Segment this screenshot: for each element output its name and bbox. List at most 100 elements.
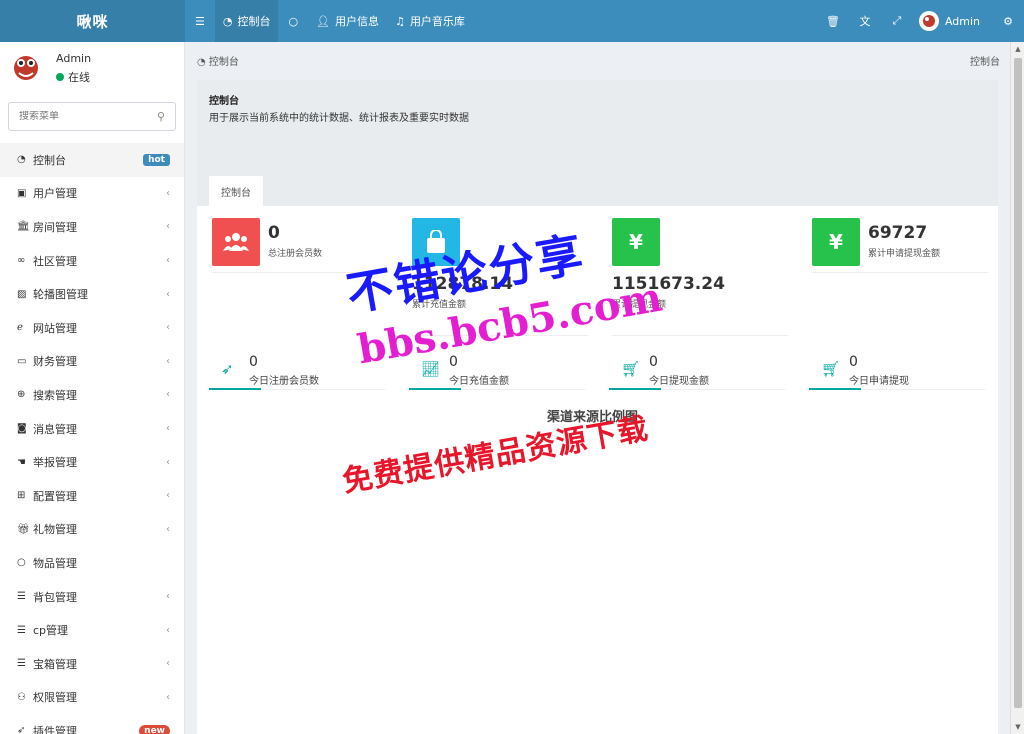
tab-dashboard-label: 控制台 (237, 15, 271, 28)
sidebar-item-community[interactable]: ∞ 社区管理 ‹ (0, 244, 184, 278)
gift-icon: 🎁︎ (17, 523, 30, 535)
progress-bar (809, 388, 861, 390)
tab-dashboard[interactable]: ◔ 控制台 (214, 0, 279, 42)
tab-user-info[interactable]: 👤︎ 用户信息 (308, 0, 387, 42)
today-value: 0 (249, 354, 258, 370)
chevron-left-icon: ‹ (166, 221, 170, 233)
yen-icon: ¥ (612, 218, 660, 266)
stat-card-total-recharge: 112878.14 累计充值金额 (412, 218, 588, 336)
user-name: Admin (56, 51, 92, 65)
chevron-left-icon: ‹ (166, 624, 170, 636)
search-icon[interactable]: ⚲ (157, 110, 165, 123)
progress-bar (609, 388, 661, 390)
yen-icon: ¥ (812, 218, 860, 266)
list-icon: ☰ (17, 624, 26, 636)
user-status-text: 在线 (68, 70, 90, 84)
sidebar-item-banners[interactable]: ▨ 轮播图管理 ‹ (0, 277, 184, 311)
bank-icon: 🏛︎ (17, 221, 30, 233)
today-label: 今日提现金额 (649, 376, 709, 387)
clear-cache-button[interactable]: 🗑︎ (817, 0, 849, 42)
sidebar-item-cp[interactable]: ☰ cp管理 ‹ (0, 613, 184, 647)
top-user-name: Admin (944, 14, 980, 28)
stat-card-total-members: 0 总注册会员数 (212, 218, 388, 273)
language-button[interactable]: 文 (849, 0, 881, 42)
sidebar-item-gifts[interactable]: 🎁︎ 礼物管理 ‹ (0, 513, 184, 547)
stat-card-total-withdraw-requests: ¥ 69727 累计申请提现金额 (812, 218, 988, 273)
today-label: 今日注册会员数 (249, 376, 319, 387)
stat-label: 累计申请提现金额 (868, 249, 941, 259)
sidebar-item-label: 用户管理 (33, 187, 77, 201)
sidebar-item-finance[interactable]: ▭ 财务管理 ‹ (0, 345, 184, 379)
sidebar-item-messages[interactable]: ◙ 消息管理 ‹ (0, 412, 184, 446)
dashboard-icon: ◔ (222, 14, 233, 28)
group-icon: ⚇ (17, 691, 26, 703)
line-chart-icon: 📈︎ (421, 360, 441, 378)
fullscreen-button[interactable]: ⤢ (881, 0, 913, 42)
top-nav: ☰ ◔ 控制台 ○ 👤︎ 用户信息 ♫ 用户音乐库 (185, 0, 473, 42)
sidebar-item-label: 消息管理 (33, 422, 77, 436)
scroll-down-icon[interactable]: ▼ (1011, 720, 1024, 734)
top-user-menu[interactable]: Admin (913, 0, 992, 42)
settings-button[interactable]: ⚙ (992, 0, 1024, 42)
sidebar-item-dashboard[interactable]: ◔ 控制台 hot (0, 143, 184, 177)
chevron-left-icon: ‹ (166, 591, 170, 603)
sidebar-item-treasure[interactable]: ☰ 宝箱管理 ‹ (0, 647, 184, 681)
page-scrollbar[interactable]: ▲ ▼ (1010, 42, 1024, 734)
breadcrumb-right[interactable]: 控制台 (970, 53, 1000, 68)
top-right-tools: 🗑︎ 文 ⤢ Admin ⚙ (817, 0, 1024, 42)
sidebar-item-label: 控制台 (33, 153, 66, 167)
breadcrumb: ◔ 控制台 控制台 (186, 42, 1010, 78)
today-label: 今日充值金额 (449, 376, 509, 387)
sidebar-item-rooms[interactable]: 🏛︎ 房间管理 ‹ (0, 210, 184, 244)
sidebar-item-label: 宝箱管理 (33, 657, 77, 671)
today-card-withdraw: 🛒︎ 0 今日提现金额 (609, 352, 785, 390)
sidebar-item-search[interactable]: ⊕ 搜索管理 ‹ (0, 378, 184, 412)
tab-user-music[interactable]: ♫ 用户音乐库 (387, 0, 473, 42)
sidebar-item-items[interactable]: ○ 物品管理 (0, 546, 184, 580)
sidebar-item-website[interactable]: ℯ 网站管理 ‹ (0, 311, 184, 345)
app-logo[interactable]: 啾咪 (0, 0, 185, 42)
scroll-thumb[interactable] (1014, 58, 1022, 708)
panel-heading: 控制台 用于展示当前系统中的统计数据、统计报表及重要实时数据 控制台 (197, 80, 998, 206)
sidebar-item-plugins[interactable]: ➶ 插件管理 new (0, 714, 184, 734)
sidebar-item-label: 社区管理 (33, 254, 77, 268)
bicycle-icon: ∞ (17, 255, 26, 267)
sitemap-icon: ⊞ (17, 490, 26, 502)
sidebar-item-label: 背包管理 (33, 590, 77, 604)
user-book-icon: ▣ (17, 187, 27, 199)
tab-dashboard-panel[interactable]: 控制台 (209, 176, 263, 206)
menu-search-input[interactable] (19, 111, 157, 122)
sidebar-item-backpack[interactable]: ☰ 背包管理 ‹ (0, 580, 184, 614)
sidebar: Admin 在线 ⚲ ◔ 控制台 hot ▣ 用户管理 ‹ 🏛︎ 房间管理 ‹ … (0, 42, 185, 734)
list-icon: ☰ (17, 591, 26, 603)
progress-bar (209, 388, 261, 390)
scroll-up-icon[interactable]: ▲ (1011, 42, 1024, 56)
menu-toggle-icon: ☰ (195, 14, 205, 28)
translate-icon: 文 (859, 15, 871, 28)
rocket-icon: ➶ (221, 360, 234, 378)
sidebar-item-users[interactable]: ▣ 用户管理 ‹ (0, 177, 184, 211)
chevron-left-icon: ‹ (166, 456, 170, 468)
user-panel: Admin 在线 (0, 42, 184, 94)
menu-search: ⚲ (8, 102, 176, 131)
sidebar-menu: ◔ 控制台 hot ▣ 用户管理 ‹ 🏛︎ 房间管理 ‹ ∞ 社区管理 ‹ ▨ … (0, 143, 184, 734)
sidebar-item-label: 财务管理 (33, 355, 77, 369)
breadcrumb-left[interactable]: ◔ 控制台 (197, 53, 239, 68)
tab-circle[interactable]: ○ (278, 0, 308, 42)
sidebar-item-permissions[interactable]: ⚇ 权限管理 ‹ (0, 681, 184, 715)
sidebar-item-label: cp管理 (33, 624, 69, 638)
sidebar-item-reports[interactable]: ☚ 举报管理 ‹ (0, 445, 184, 479)
circle-icon: ○ (17, 557, 26, 569)
sidebar-item-label: 礼物管理 (33, 523, 77, 537)
top-navbar: 啾咪 ☰ ◔ 控制台 ○ 👤︎ 用户信息 ♫ 用户音乐库 🗑︎ 文 ⤢ Admi… (0, 0, 1024, 42)
search-plus-icon: ⊕ (17, 389, 26, 401)
menu-toggle-button[interactable]: ☰ (185, 0, 215, 42)
sidebar-item-label: 权限管理 (33, 691, 77, 705)
sidebar-item-config[interactable]: ⊞ 配置管理 ‹ (0, 479, 184, 513)
user-icon: 👤︎ (316, 14, 331, 28)
sidebar-item-label: 物品管理 (33, 556, 77, 570)
today-value: 0 (849, 354, 858, 370)
gears-icon: ⚙ (1003, 14, 1013, 28)
stat-label: 累计提现金额 (612, 300, 667, 310)
sidebar-item-label: 搜索管理 (33, 388, 77, 402)
